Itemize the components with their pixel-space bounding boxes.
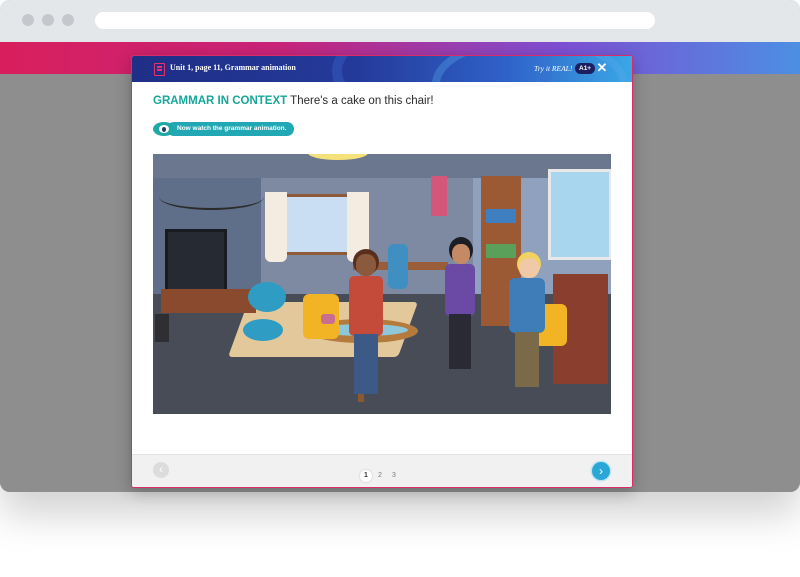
girl-leggings	[449, 314, 471, 369]
cake	[321, 314, 335, 324]
curtain-left	[265, 192, 287, 262]
page-1-button[interactable]: 1	[360, 470, 372, 482]
chevron-right-icon[interactable]: ›	[592, 462, 610, 480]
boy2-trousers	[515, 332, 539, 387]
grammar-animation-modal: Unit 1, page 11, Grammar animation Try i…	[131, 55, 633, 488]
boy-face	[356, 254, 376, 276]
window-close-dot[interactable]	[22, 14, 34, 26]
boy2-face	[519, 258, 539, 278]
boy-shirt	[349, 276, 383, 336]
pouf	[243, 319, 283, 341]
modal-header: Unit 1, page 11, Grammar animation Try i…	[132, 56, 632, 82]
girl-top	[445, 264, 475, 316]
window-minimize-dot[interactable]	[42, 14, 54, 26]
tv-cabinet	[161, 289, 256, 313]
modal-footer: ‹ 123 ›	[132, 454, 632, 487]
level-badge: A1+	[575, 63, 596, 74]
office-chair	[388, 244, 408, 289]
modal-title: Unit 1, page 11, Grammar animation	[170, 63, 296, 72]
speaker	[155, 314, 169, 342]
address-bar[interactable]	[95, 12, 655, 29]
boy2-hoodie	[509, 278, 545, 333]
page-3-button[interactable]: 3	[388, 470, 400, 482]
beanbag	[248, 282, 286, 312]
window-maximize-dot[interactable]	[62, 14, 74, 26]
ceiling	[153, 154, 611, 178]
boy-jeans	[354, 334, 378, 394]
section-heading: GRAMMAR IN CONTEXT There's a cake on thi…	[153, 95, 434, 107]
brand-logo: Try it REAL!	[534, 64, 573, 73]
section-label: GRAMMAR IN CONTEXT	[153, 95, 288, 107]
books	[486, 244, 516, 258]
television	[165, 229, 227, 293]
watch-animation-label: Now watch the grammar animation.	[167, 122, 295, 136]
right-window	[548, 169, 611, 260]
close-icon[interactable]: ✕	[595, 61, 609, 75]
pagination: 123	[360, 464, 402, 482]
string-lights	[159, 184, 264, 210]
page-2-button[interactable]: 2	[374, 470, 386, 482]
watch-animation-prompt: Now watch the grammar animation.	[153, 122, 295, 136]
window	[281, 194, 357, 255]
eye-icon	[153, 122, 175, 136]
girl-face	[452, 244, 470, 264]
chevron-left-icon[interactable]: ‹	[153, 462, 169, 478]
poster	[431, 176, 447, 216]
books	[486, 209, 516, 223]
browser-toolbar	[0, 0, 800, 42]
book-icon	[154, 63, 165, 76]
grammar-animation-video[interactable]	[153, 154, 611, 414]
section-sentence: There's a cake on this chair!	[290, 95, 434, 107]
